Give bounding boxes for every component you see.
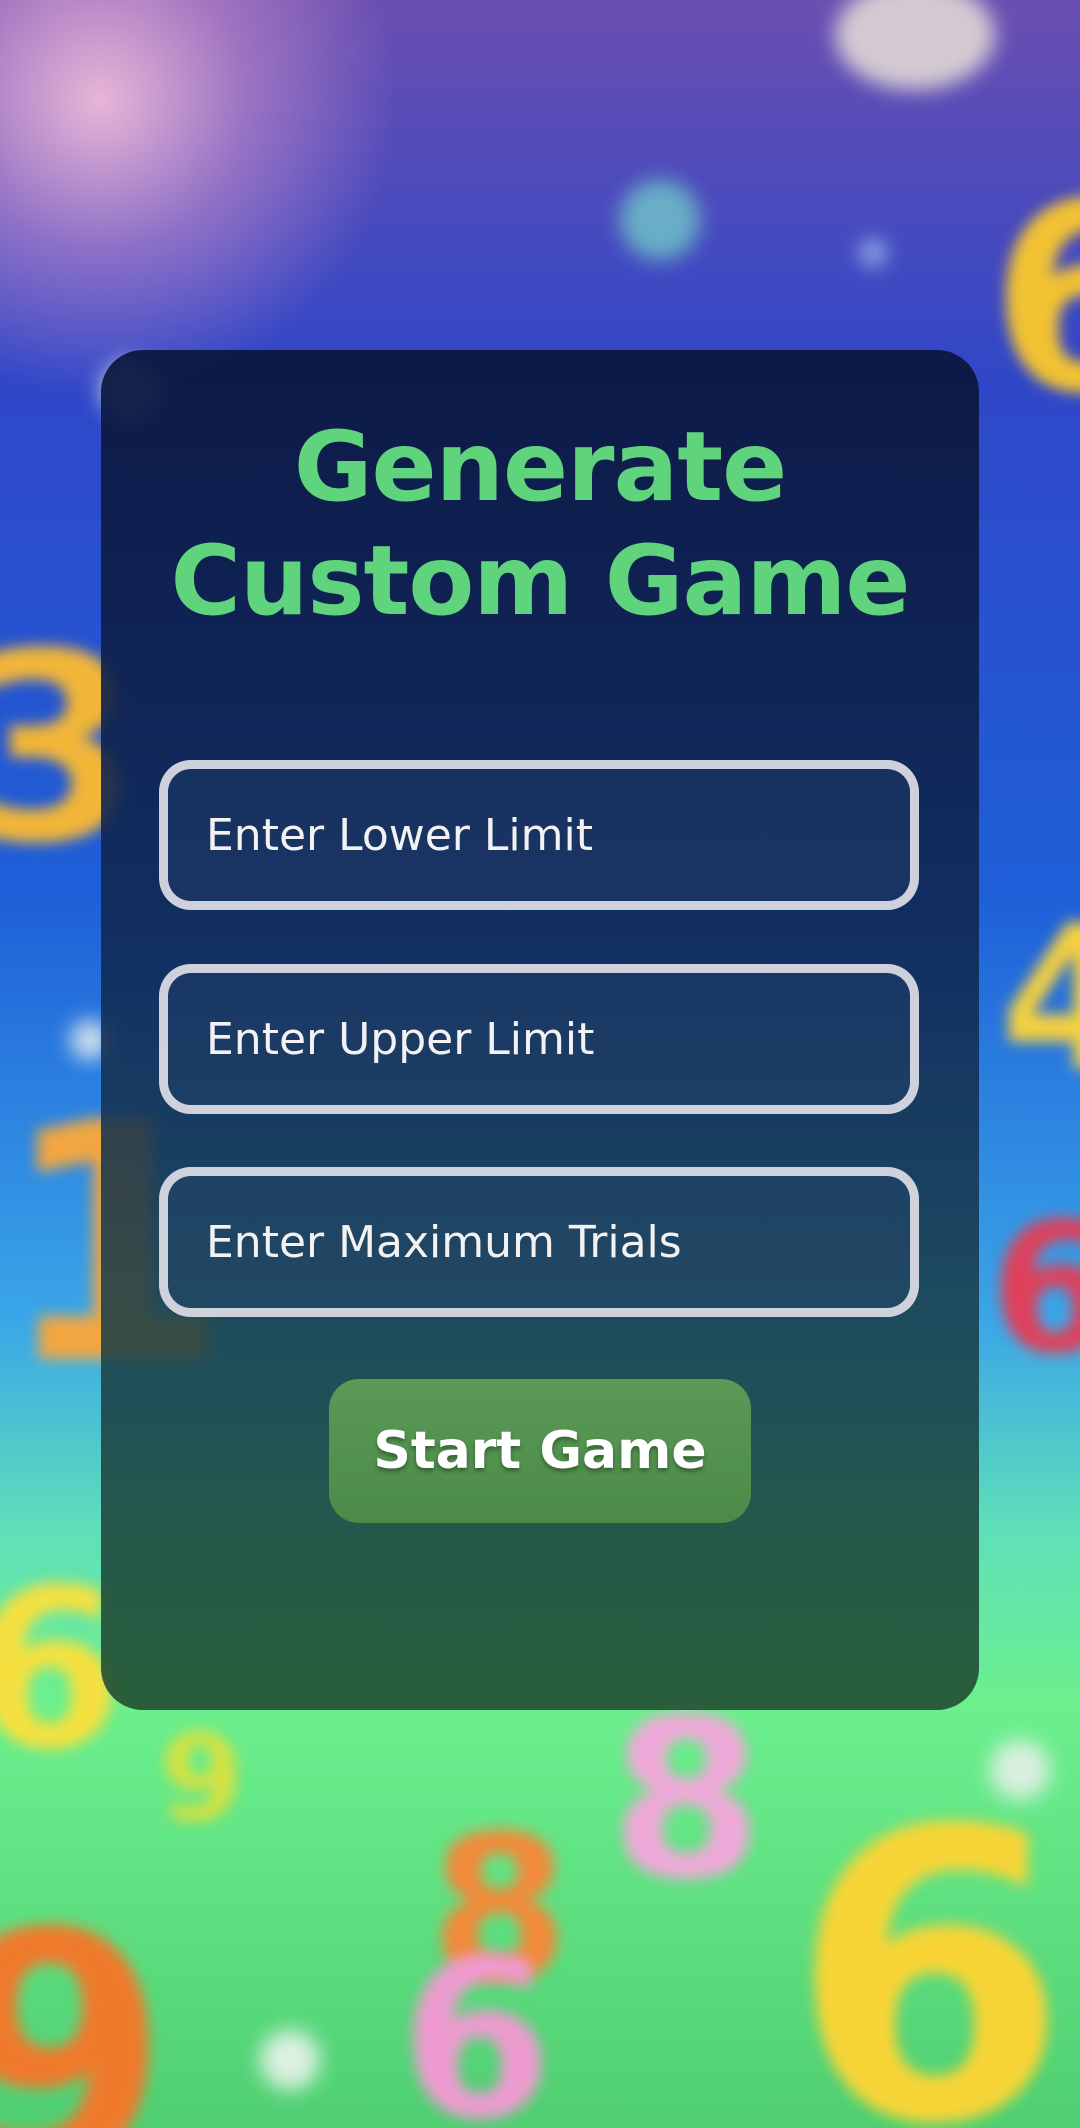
upper-limit-input[interactable]: Enter Upper Limit <box>159 964 919 1114</box>
game-screen: 6 3 1 4 6 6 9 8 8 6 9 6 Generate Custom … <box>0 0 1080 2128</box>
background-ball <box>260 2030 320 2090</box>
background-glow <box>0 0 400 400</box>
upper-limit-placeholder: Enter Upper Limit <box>206 1013 595 1065</box>
background-ball <box>860 240 886 266</box>
background-digit: 8 <box>610 1672 764 1928</box>
lower-limit-input[interactable]: Enter Lower Limit <box>159 760 919 910</box>
background-digit: 6 <box>790 1747 1069 2128</box>
background-digit: 4 <box>1000 883 1080 1116</box>
lower-limit-placeholder: Enter Lower Limit <box>206 809 593 861</box>
maximum-trials-placeholder: Enter Maximum Trials <box>206 1216 682 1268</box>
start-game-label: Start Game <box>373 1421 707 1481</box>
page-title: Generate Custom Game <box>101 410 979 638</box>
start-game-button[interactable]: Start Game <box>329 1379 751 1523</box>
custom-game-card: Generate Custom Game Enter Lower Limit E… <box>101 350 979 1710</box>
maximum-trials-input[interactable]: Enter Maximum Trials <box>159 1167 919 1317</box>
background-ball <box>835 0 995 90</box>
background-digit: 9 <box>160 1710 244 1849</box>
title-line-1: Generate <box>293 411 787 523</box>
background-ball <box>620 180 700 260</box>
background-digit: 6 <box>400 1912 554 2128</box>
background-digit: 6 <box>990 1185 1080 1394</box>
background-digit: 6 <box>990 170 1080 430</box>
background-digit: 9 <box>0 1863 170 2128</box>
title-line-2: Custom Game <box>170 525 911 637</box>
